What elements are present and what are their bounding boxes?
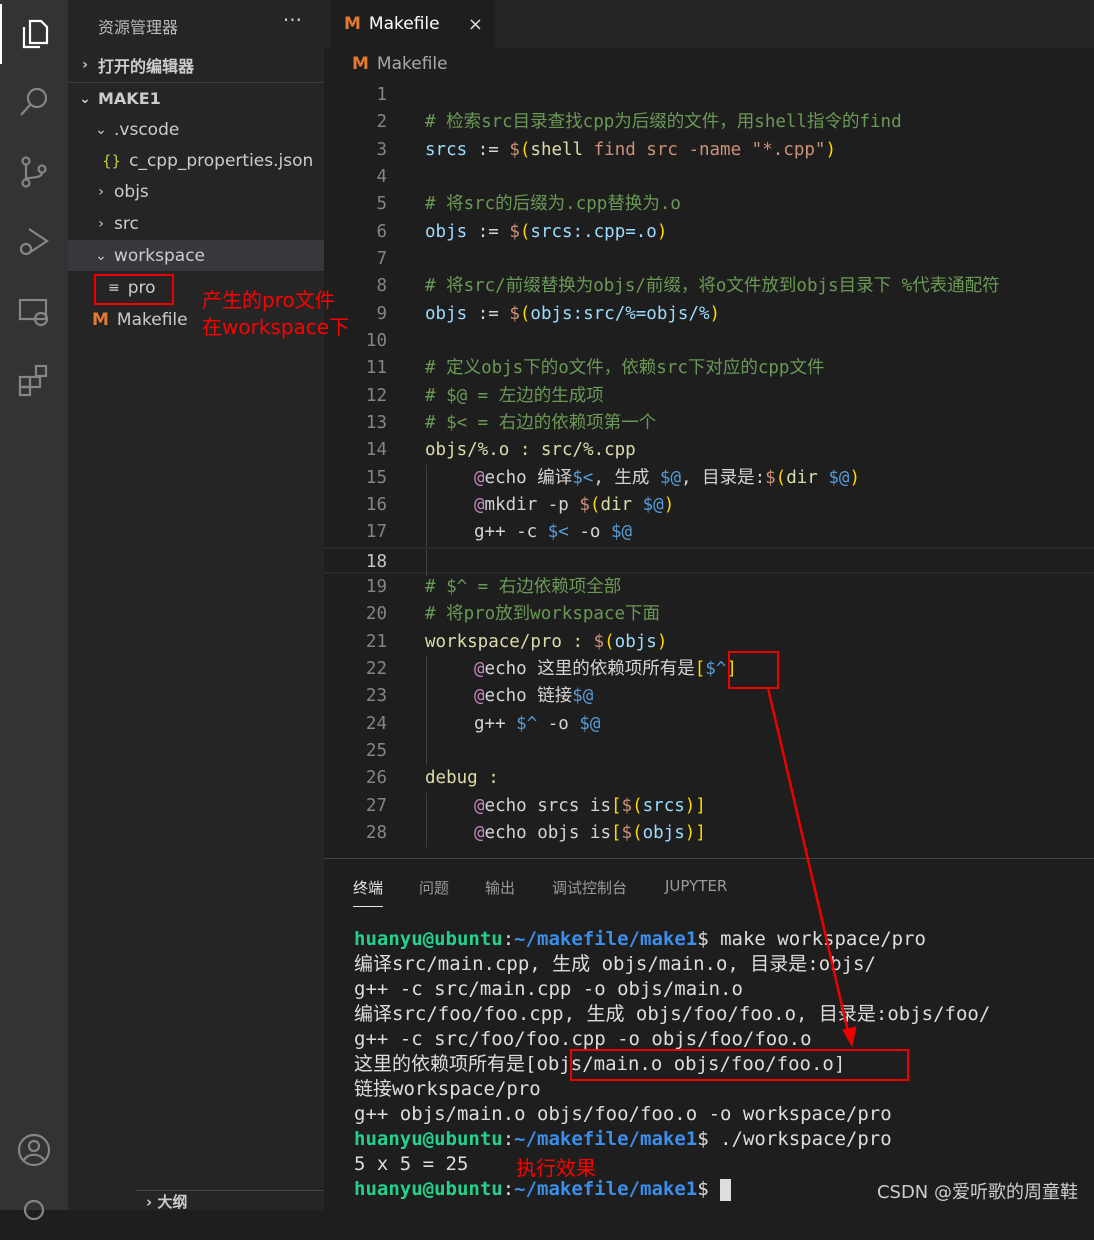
annotation-arrow — [766, 687, 857, 1048]
watermark: CSDN @爱听歌的周童鞋 — [876, 1182, 1078, 1203]
